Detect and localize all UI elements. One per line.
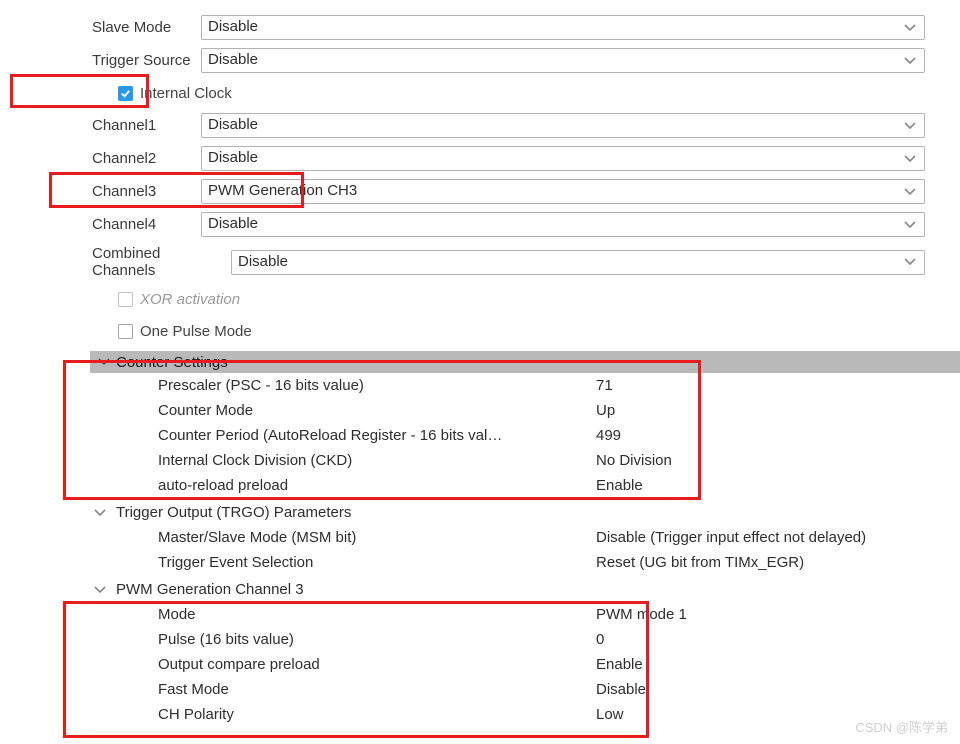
config-panel: Slave Mode Disable Trigger Source Disabl…	[0, 0, 960, 742]
select-value: Disable	[208, 116, 258, 133]
param-value: No Division	[590, 452, 925, 469]
select-channel3[interactable]: PWM Generation CH3	[201, 179, 925, 204]
label-channel4: Channel4	[92, 216, 201, 233]
row-internal-clock: Internal Clock	[92, 81, 925, 105]
label-xor-activation: XOR activation	[140, 291, 240, 308]
check-icon	[120, 88, 131, 99]
label-one-pulse-mode: One Pulse Mode	[140, 323, 252, 340]
param-label: auto-reload preload	[92, 477, 590, 494]
label-channel3: Channel3	[92, 183, 201, 200]
param-value: PWM mode 1	[590, 606, 925, 623]
label-combined-channels: Combined Channels	[92, 245, 231, 279]
row-combined-channels: Combined Channels Disable	[92, 245, 925, 279]
row-channel3: Channel3 PWM Generation CH3	[92, 179, 925, 204]
param-value: 499	[590, 427, 925, 444]
select-channel2[interactable]: Disable	[201, 146, 925, 171]
param-value: 0	[590, 631, 925, 648]
param-pwm-ocp[interactable]: Output compare preload Enable	[92, 652, 925, 677]
select-value: Disable	[208, 215, 258, 232]
param-value: Up	[590, 402, 925, 419]
param-value: Enable	[590, 477, 925, 494]
chevron-down-icon	[92, 509, 108, 517]
param-label: Output compare preload	[92, 656, 590, 673]
select-value: Disable	[208, 18, 258, 35]
param-prescaler[interactable]: Prescaler (PSC - 16 bits value) 71	[92, 373, 925, 398]
row-slave-mode: Slave Mode Disable	[92, 15, 925, 40]
param-label: Fast Mode	[92, 681, 590, 698]
param-counter-period[interactable]: Counter Period (AutoReload Register - 16…	[92, 423, 925, 448]
chevron-down-icon	[904, 24, 916, 32]
select-value: PWM Generation CH3	[208, 182, 357, 199]
table-trgo: Master/Slave Mode (MSM bit) Disable (Tri…	[92, 525, 925, 575]
param-value: 71	[590, 377, 925, 394]
label-slave-mode: Slave Mode	[92, 19, 201, 36]
param-msm[interactable]: Master/Slave Mode (MSM bit) Disable (Tri…	[92, 525, 925, 550]
row-trigger-source: Trigger Source Disable	[92, 48, 925, 73]
param-label: Counter Mode	[92, 402, 590, 419]
param-value: Disable	[590, 681, 925, 698]
label-internal-clock: Internal Clock	[140, 85, 232, 102]
param-value: Enable	[590, 656, 925, 673]
param-value: Reset (UG bit from TIMx_EGR)	[590, 554, 925, 571]
param-label: Mode	[92, 606, 590, 623]
param-pwm-pulse[interactable]: Pulse (16 bits value) 0	[92, 627, 925, 652]
param-label: CH Polarity	[92, 706, 590, 723]
checkbox-xor-activation	[118, 292, 133, 307]
param-ckd[interactable]: Internal Clock Division (CKD) No Divisio…	[92, 448, 925, 473]
param-pwm-fast[interactable]: Fast Mode Disable	[92, 677, 925, 702]
param-value: Low	[590, 706, 925, 723]
param-pwm-polarity[interactable]: CH Polarity Low	[92, 702, 925, 727]
row-xor-activation: XOR activation	[92, 287, 925, 311]
select-slave-mode[interactable]: Disable	[201, 15, 925, 40]
chevron-down-icon	[904, 57, 916, 65]
select-channel4[interactable]: Disable	[201, 212, 925, 237]
section-header-counter-settings[interactable]: Counter Settings	[90, 351, 960, 373]
param-label: Counter Period (AutoReload Register - 16…	[92, 427, 590, 444]
group-pwm-ch3[interactable]: PWM Generation Channel 3	[92, 577, 925, 602]
param-label: Internal Clock Division (CKD)	[92, 452, 590, 469]
param-counter-mode[interactable]: Counter Mode Up	[92, 398, 925, 423]
group-title: PWM Generation Channel 3	[112, 581, 304, 598]
param-label: Prescaler (PSC - 16 bits value)	[92, 377, 590, 394]
chevron-down-icon	[96, 358, 112, 366]
param-value: Disable (Trigger input effect not delaye…	[590, 529, 925, 546]
checkbox-one-pulse-mode[interactable]	[118, 324, 133, 339]
param-label: Pulse (16 bits value)	[92, 631, 590, 648]
select-value: Disable	[208, 51, 258, 68]
table-counter-settings: Prescaler (PSC - 16 bits value) 71 Count…	[92, 373, 925, 498]
select-combined-channels[interactable]: Disable	[231, 250, 925, 275]
chevron-down-icon	[904, 258, 916, 266]
param-tes[interactable]: Trigger Event Selection Reset (UG bit fr…	[92, 550, 925, 575]
param-label: Master/Slave Mode (MSM bit)	[92, 529, 590, 546]
section-title: Counter Settings	[116, 354, 228, 371]
row-one-pulse-mode: One Pulse Mode	[92, 319, 925, 343]
group-title: Trigger Output (TRGO) Parameters	[112, 504, 351, 521]
group-trgo[interactable]: Trigger Output (TRGO) Parameters	[92, 500, 925, 525]
param-arpe[interactable]: auto-reload preload Enable	[92, 473, 925, 498]
select-value: Disable	[238, 253, 288, 270]
chevron-down-icon	[904, 188, 916, 196]
label-channel1: Channel1	[92, 117, 201, 134]
chevron-down-icon	[904, 122, 916, 130]
chevron-down-icon	[92, 586, 108, 594]
select-value: Disable	[208, 149, 258, 166]
chevron-down-icon	[904, 221, 916, 229]
row-channel4: Channel4 Disable	[92, 212, 925, 237]
row-channel1: Channel1 Disable	[92, 113, 925, 138]
param-label: Trigger Event Selection	[92, 554, 590, 571]
label-channel2: Channel2	[92, 150, 201, 167]
row-channel2: Channel2 Disable	[92, 146, 925, 171]
chevron-down-icon	[904, 155, 916, 163]
select-channel1[interactable]: Disable	[201, 113, 925, 138]
param-pwm-mode[interactable]: Mode PWM mode 1	[92, 602, 925, 627]
select-trigger-source[interactable]: Disable	[201, 48, 925, 73]
checkbox-internal-clock[interactable]	[118, 86, 133, 101]
label-trigger-source: Trigger Source	[92, 52, 201, 69]
table-pwm-ch3: Mode PWM mode 1 Pulse (16 bits value) 0 …	[92, 602, 925, 727]
